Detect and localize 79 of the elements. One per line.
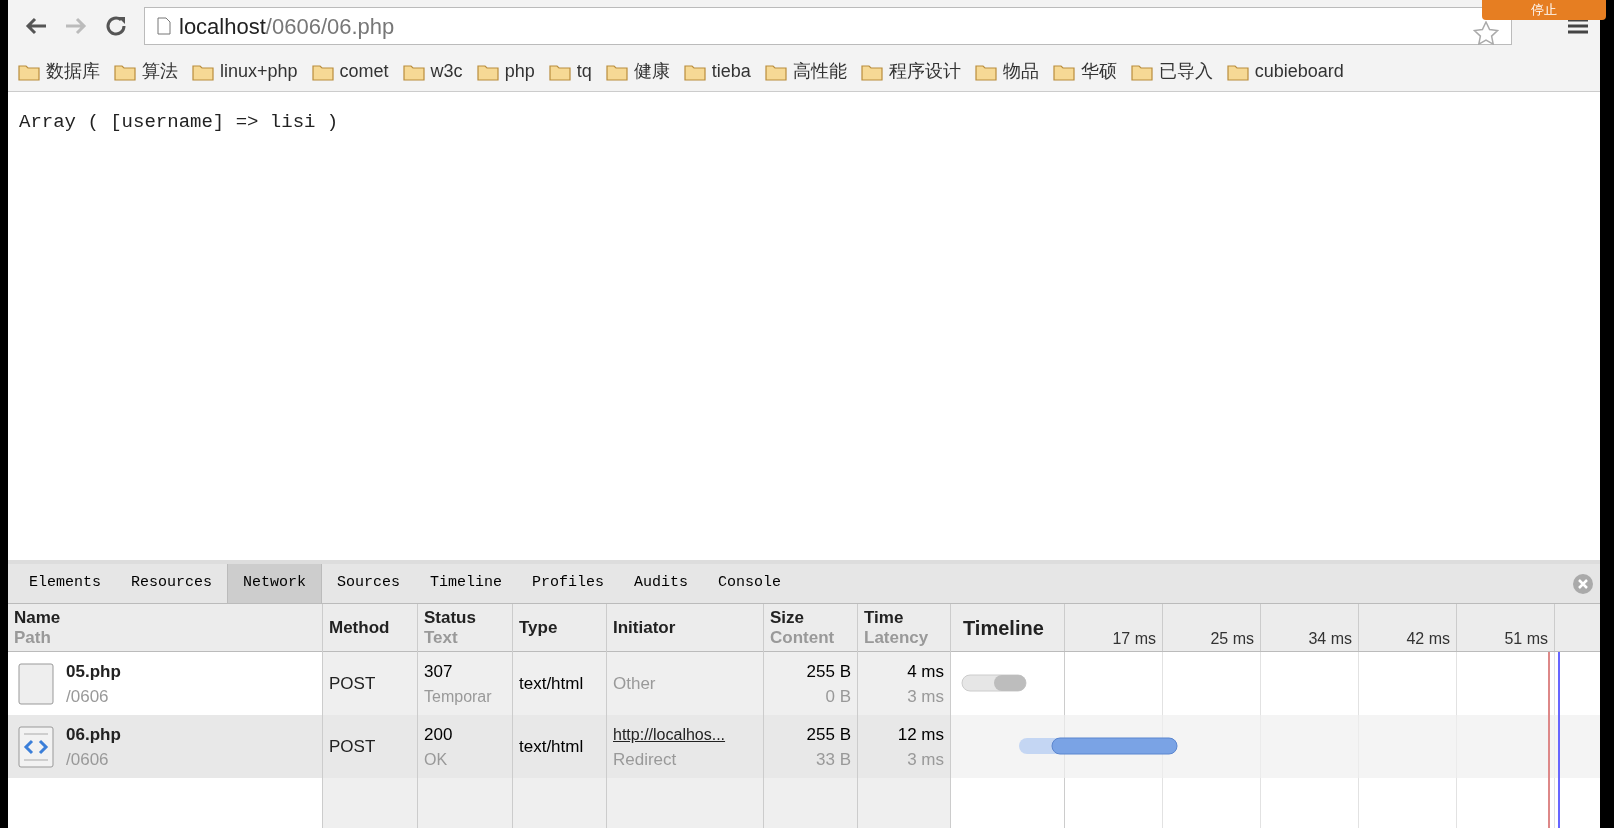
folder-icon — [974, 62, 997, 81]
tick-label: 34 ms — [1308, 629, 1352, 649]
folder-icon — [1226, 62, 1249, 81]
devtools-tab[interactable]: Sources — [322, 564, 416, 603]
initiator-text: Redirect — [613, 748, 678, 771]
file-path: /0606 — [66, 748, 110, 771]
method-text: POST — [329, 672, 376, 695]
code-file-icon — [18, 725, 54, 768]
back-icon[interactable] — [24, 16, 48, 36]
folder-icon — [605, 62, 628, 81]
bookmark-item[interactable]: 物品 — [974, 58, 1039, 85]
folder-icon — [476, 62, 499, 81]
folder-icon — [683, 62, 706, 81]
latency-text: 3 ms — [907, 748, 944, 771]
folder-icon — [860, 62, 883, 81]
page-text: Array ( [username] => lisi ) — [19, 110, 340, 135]
initiator-link[interactable]: http://localhos... — [613, 721, 726, 747]
reload-icon[interactable] — [104, 14, 128, 38]
type-text: text/html — [519, 735, 584, 758]
status-code: 307 — [424, 660, 454, 683]
bookmark-item[interactable]: linux+php — [192, 58, 298, 85]
time-text: 12 ms — [897, 723, 944, 746]
file-name: 06.php — [66, 723, 121, 746]
tick-label: 42 ms — [1406, 629, 1450, 649]
devtools-tab[interactable]: Audits — [619, 564, 704, 603]
devtools-tab[interactable]: Elements — [14, 564, 116, 603]
file-name: 05.php — [66, 660, 121, 683]
bookmark-item[interactable]: 华硕 — [1052, 58, 1117, 85]
bookmark-item[interactable]: tq — [548, 58, 592, 85]
initiator-text: Other — [613, 673, 656, 695]
bookmark-item[interactable]: cubieboard — [1226, 58, 1344, 85]
method-text: POST — [329, 735, 376, 758]
folder-icon — [18, 62, 40, 81]
devtools-tab[interactable]: Profiles — [517, 564, 620, 603]
content-size-text: 33 B — [816, 748, 851, 771]
bookmark-item[interactable]: 已导入 — [1130, 58, 1213, 85]
bookmark-item[interactable]: tieba — [683, 58, 751, 85]
address-field[interactable]: localhost/0606/06.php — [144, 7, 1512, 45]
column-header[interactable]: Name Path — [8, 604, 322, 652]
devtools-tab[interactable]: Network — [227, 564, 323, 603]
bookmark-item[interactable]: php — [476, 58, 535, 85]
bookmark-item[interactable]: 数据库 — [18, 58, 100, 85]
type-text: text/html — [519, 672, 584, 695]
folder-icon — [311, 62, 334, 81]
page-icon — [157, 17, 171, 35]
folder-icon — [402, 62, 425, 81]
bookmark-item[interactable]: 程序设计 — [860, 58, 961, 85]
latency-text: 3 ms — [907, 685, 944, 708]
time-text: 4 ms — [907, 660, 944, 683]
tick-label: 17 ms — [1112, 629, 1156, 649]
bookmark-item[interactable]: comet — [311, 58, 389, 85]
folder-icon — [548, 62, 571, 81]
timing-bar — [961, 674, 1027, 692]
content-size-text: 0 B — [825, 685, 851, 708]
status-code: 200 — [424, 723, 453, 746]
bookmark-item[interactable]: 健康 — [605, 58, 670, 85]
status-text: Temporar — [424, 686, 492, 707]
folder-icon — [192, 62, 214, 81]
star-icon[interactable] — [1473, 21, 1499, 45]
tick-label: 51 ms — [1504, 629, 1548, 649]
column-header[interactable]: Timeline — [951, 604, 1065, 651]
bookmark-item[interactable]: 算法 — [114, 58, 178, 85]
folder-icon — [1052, 62, 1075, 81]
status-text: OK — [424, 749, 449, 770]
menu-icon[interactable] — [1568, 18, 1588, 34]
devtools-tab[interactable]: Console — [703, 564, 797, 603]
folder-icon — [114, 62, 136, 81]
folder-icon — [764, 62, 787, 81]
url-text: localhost/0606/06.php — [179, 12, 395, 41]
bookmark-item[interactable]: 高性能 — [764, 58, 847, 85]
size-text: 255 B — [806, 723, 851, 746]
blank-file-icon — [18, 662, 54, 705]
size-text: 255 B — [806, 660, 851, 683]
tick-label: 25 ms — [1210, 629, 1254, 649]
file-path: /0606 — [66, 685, 110, 708]
bookmark-item[interactable]: w3c — [402, 58, 463, 85]
devtools-tab[interactable]: Resources — [116, 564, 228, 603]
devtools-tab[interactable]: Timeline — [415, 564, 518, 603]
folder-icon — [1130, 62, 1153, 81]
